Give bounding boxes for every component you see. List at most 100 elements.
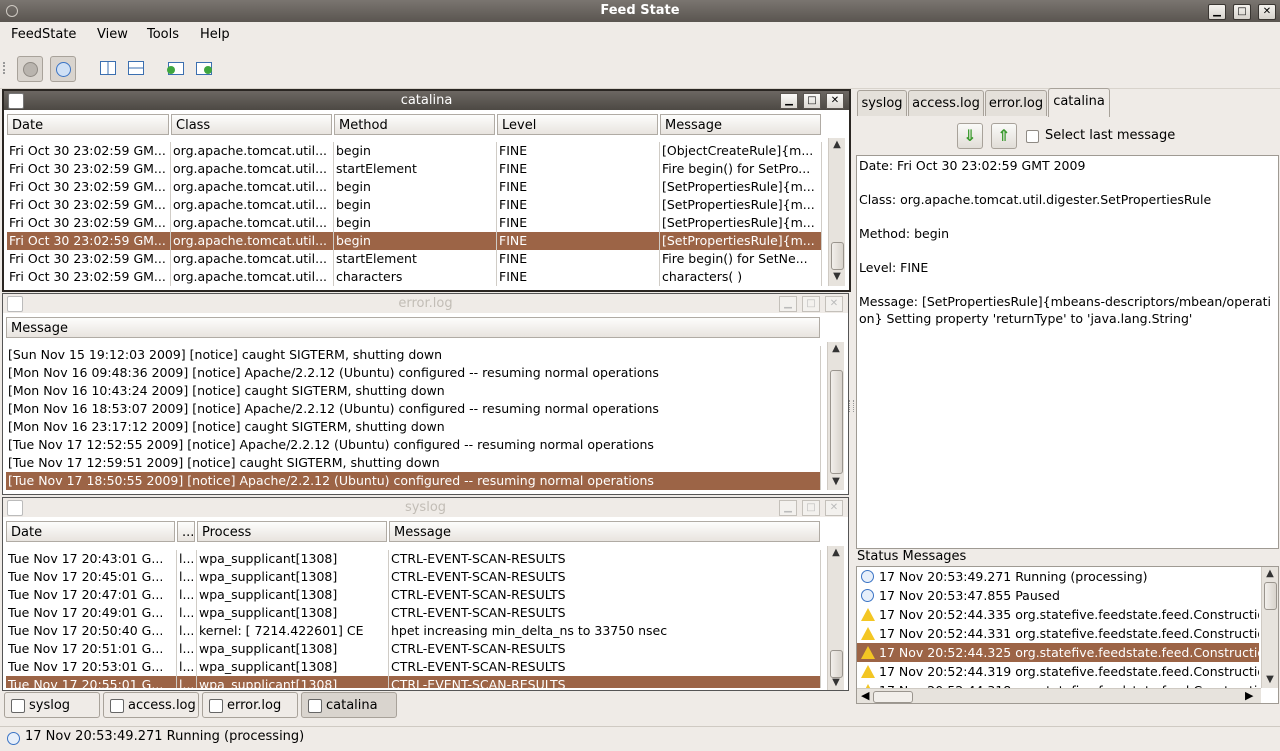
- status-message-row[interactable]: 17 Nov 20:53:47.855 Paused: [857, 586, 1259, 605]
- split-pane-divider[interactable]: [849, 400, 854, 412]
- frame-tab-syslog[interactable]: syslog: [4, 692, 100, 718]
- status-vertical-scrollbar[interactable]: ▲ ▼: [1261, 567, 1278, 688]
- column-header-message[interactable]: Message: [6, 317, 820, 338]
- scroll-thumb[interactable]: [830, 370, 843, 474]
- scroll-thumb[interactable]: [1264, 582, 1277, 610]
- tab-syslog[interactable]: syslog: [857, 90, 907, 116]
- table-row[interactable]: Tue Nov 17 20:47:01 G... l... wpa_supplica…: [6, 586, 821, 604]
- column-header-method[interactable]: Method: [334, 114, 495, 135]
- table-row[interactable]: Fri Oct 30 23:02:59 GM... org.apache.tomc…: [7, 142, 822, 160]
- catalina-close-button[interactable]: ✕: [826, 93, 844, 109]
- catalina-frame: catalina ▁ □ ✕ Date Class Method Level M…: [2, 89, 851, 292]
- table-row[interactable]: Fri Oct 30 23:02:59 GM... org.apache.tomc…: [7, 214, 822, 232]
- table-row[interactable]: [Sun Nov 15 19:12:03 2009] [notice] caug…: [6, 346, 821, 364]
- frame-tab-error-log[interactable]: error.log: [202, 692, 298, 718]
- message-detail-pane[interactable]: Date: Fri Oct 30 23:02:59 GMT 2009 Class…: [856, 155, 1279, 549]
- status-message-row[interactable]: 17 Nov 20:53:49.271 Running (processing): [857, 567, 1259, 586]
- column-header-process[interactable]: Process: [197, 521, 387, 542]
- minimize-window-button[interactable]: ▁: [1208, 4, 1226, 20]
- column-header-message[interactable]: Message: [389, 521, 820, 542]
- table-row[interactable]: [Mon Nov 16 23:17:12 2009] [notice] caug…: [6, 418, 821, 436]
- close-window-button[interactable]: ✕: [1258, 4, 1276, 20]
- table-row[interactable]: Tue Nov 17 20:53:01 G... l... wpa_supplica…: [6, 658, 821, 676]
- add-remote-feed-button[interactable]: [192, 56, 216, 80]
- table-row[interactable]: Fri Oct 30 23:02:59 GM... org.apache.tomc…: [7, 178, 822, 196]
- scroll-up-arrow[interactable]: ▲: [1262, 567, 1278, 581]
- table-row[interactable]: Fri Oct 30 23:02:59 GM... org.apache.tomc…: [7, 268, 822, 286]
- table-row[interactable]: [Tue Nov 17 12:59:51 2009] [notice] caug…: [6, 454, 821, 472]
- table-row[interactable]: Tue Nov 17 20:49:01 G... l... wpa_supplica…: [6, 604, 821, 622]
- column-header-message[interactable]: Message: [660, 114, 821, 135]
- next-message-button[interactable]: ⇓: [957, 123, 983, 149]
- scroll-down-arrow[interactable]: ▼: [828, 475, 844, 489]
- tab-error-log[interactable]: error.log: [985, 90, 1047, 116]
- table-row[interactable]: Fri Oct 30 23:02:59 GM... org.apache.tomc…: [7, 232, 822, 250]
- table-row[interactable]: Fri Oct 30 23:02:59 GM... org.apache.tomc…: [7, 196, 822, 214]
- scroll-up-arrow[interactable]: ▲: [828, 546, 844, 560]
- table-row[interactable]: Tue Nov 17 20:45:01 G... l... wpa_supplica…: [6, 568, 821, 586]
- table-row[interactable]: Tue Nov 17 20:43:01 G... l... wpa_supplica…: [6, 550, 821, 568]
- table-row[interactable]: [Mon Nov 16 10:43:24 2009] [notice] caug…: [6, 382, 821, 400]
- catalina-scrollbar[interactable]: ▲ ▼: [828, 138, 845, 286]
- column-header-level[interactable]: Level: [497, 114, 658, 135]
- frame-tab-access-log[interactable]: access.log: [103, 692, 199, 718]
- table-row[interactable]: Tue Nov 17 20:50:40 G... l... kernel: [ 72…: [6, 622, 821, 640]
- play-button[interactable]: [17, 56, 43, 82]
- previous-message-button[interactable]: ⇑: [991, 123, 1017, 149]
- status-message-row[interactable]: 17 Nov 20:52:44.335 org.statefive.feedst…: [857, 605, 1259, 624]
- scroll-thumb[interactable]: [830, 650, 843, 678]
- status-message-row[interactable]: 17 Nov 20:52:44.325 org.statefive.feedst…: [857, 643, 1259, 662]
- column-header-date[interactable]: Date: [7, 114, 169, 135]
- maximize-window-button[interactable]: □: [1233, 4, 1251, 20]
- table-row[interactable]: [Mon Nov 16 18:53:07 2009] [notice] Apac…: [6, 400, 821, 418]
- frame-tab-catalina[interactable]: catalina: [301, 692, 397, 718]
- table-row[interactable]: [Tue Nov 17 18:50:55 2009] [notice] Apac…: [6, 472, 821, 490]
- table-row[interactable]: Fri Oct 30 23:02:59 GM... org.apache.tomc…: [7, 160, 822, 178]
- errorlog-frame-title[interactable]: error.log: [3, 294, 848, 313]
- add-feed-button[interactable]: [164, 56, 188, 80]
- scroll-down-arrow[interactable]: ▼: [828, 676, 844, 690]
- table-row[interactable]: Tue Nov 17 20:55:01 G... l... wpa_supplica…: [6, 676, 821, 688]
- frame-tab-label: access.log: [128, 698, 196, 713]
- select-last-message-checkbox[interactable]: [1026, 130, 1039, 143]
- catalina-minimize-button[interactable]: ▁: [780, 93, 798, 109]
- menu-help[interactable]: Help: [200, 27, 230, 42]
- errorlog-minimize-button[interactable]: ▁: [779, 296, 797, 312]
- column-header-class[interactable]: Class: [171, 114, 332, 135]
- scroll-right-arrow[interactable]: ▶: [1245, 689, 1253, 702]
- status-message-row[interactable]: 17 Nov 20:52:44.331 org.statefive.feedst…: [857, 624, 1259, 643]
- table-row[interactable]: Tue Nov 17 20:51:01 G... l... wpa_supplica…: [6, 640, 821, 658]
- errorlog-scrollbar[interactable]: ▲ ▼: [827, 342, 844, 490]
- scroll-down-arrow[interactable]: ▼: [829, 270, 845, 284]
- scroll-up-arrow[interactable]: ▲: [828, 342, 844, 356]
- pause-button[interactable]: [50, 56, 76, 82]
- errorlog-maximize-button[interactable]: □: [802, 296, 820, 312]
- split-vertical-button[interactable]: [96, 56, 120, 80]
- split-horizontal-button[interactable]: [124, 56, 148, 80]
- errorlog-close-button[interactable]: ✕: [825, 296, 843, 312]
- syslog-close-button[interactable]: ✕: [825, 500, 843, 516]
- table-row[interactable]: Fri Oct 30 23:02:59 GM... org.apache.tomc…: [7, 250, 822, 268]
- scroll-up-arrow[interactable]: ▲: [829, 138, 845, 152]
- status-message-row[interactable]: 17 Nov 20:52:44.319 org.statefive.feedst…: [857, 662, 1259, 681]
- column-header-date[interactable]: Date: [6, 521, 175, 542]
- tab-access-log[interactable]: access.log: [908, 90, 984, 116]
- menu-view[interactable]: View: [97, 27, 128, 42]
- table-row[interactable]: [Tue Nov 17 12:52:55 2009] [notice] Apac…: [6, 436, 821, 454]
- tab-catalina[interactable]: catalina: [1048, 88, 1110, 117]
- table-row[interactable]: [Mon Nov 16 09:48:36 2009] [notice] Apac…: [6, 364, 821, 382]
- column-header-host[interactable]: ...: [177, 521, 195, 542]
- menu-feedstate[interactable]: FeedState: [11, 27, 76, 42]
- syslog-maximize-button[interactable]: □: [802, 500, 820, 516]
- scroll-down-arrow[interactable]: ▼: [1262, 673, 1278, 687]
- scroll-left-arrow[interactable]: ◀: [861, 689, 869, 702]
- catalina-frame-title[interactable]: catalina: [4, 91, 849, 110]
- syslog-frame-title[interactable]: syslog: [3, 498, 848, 517]
- scroll-thumb[interactable]: [873, 691, 913, 703]
- scroll-thumb[interactable]: [831, 242, 844, 270]
- syslog-scrollbar[interactable]: ▲ ▼: [827, 546, 844, 690]
- status-horizontal-scrollbar[interactable]: ◀ ▶: [857, 688, 1261, 703]
- syslog-minimize-button[interactable]: ▁: [779, 500, 797, 516]
- catalina-maximize-button[interactable]: □: [803, 93, 821, 109]
- menu-tools[interactable]: Tools: [147, 27, 179, 42]
